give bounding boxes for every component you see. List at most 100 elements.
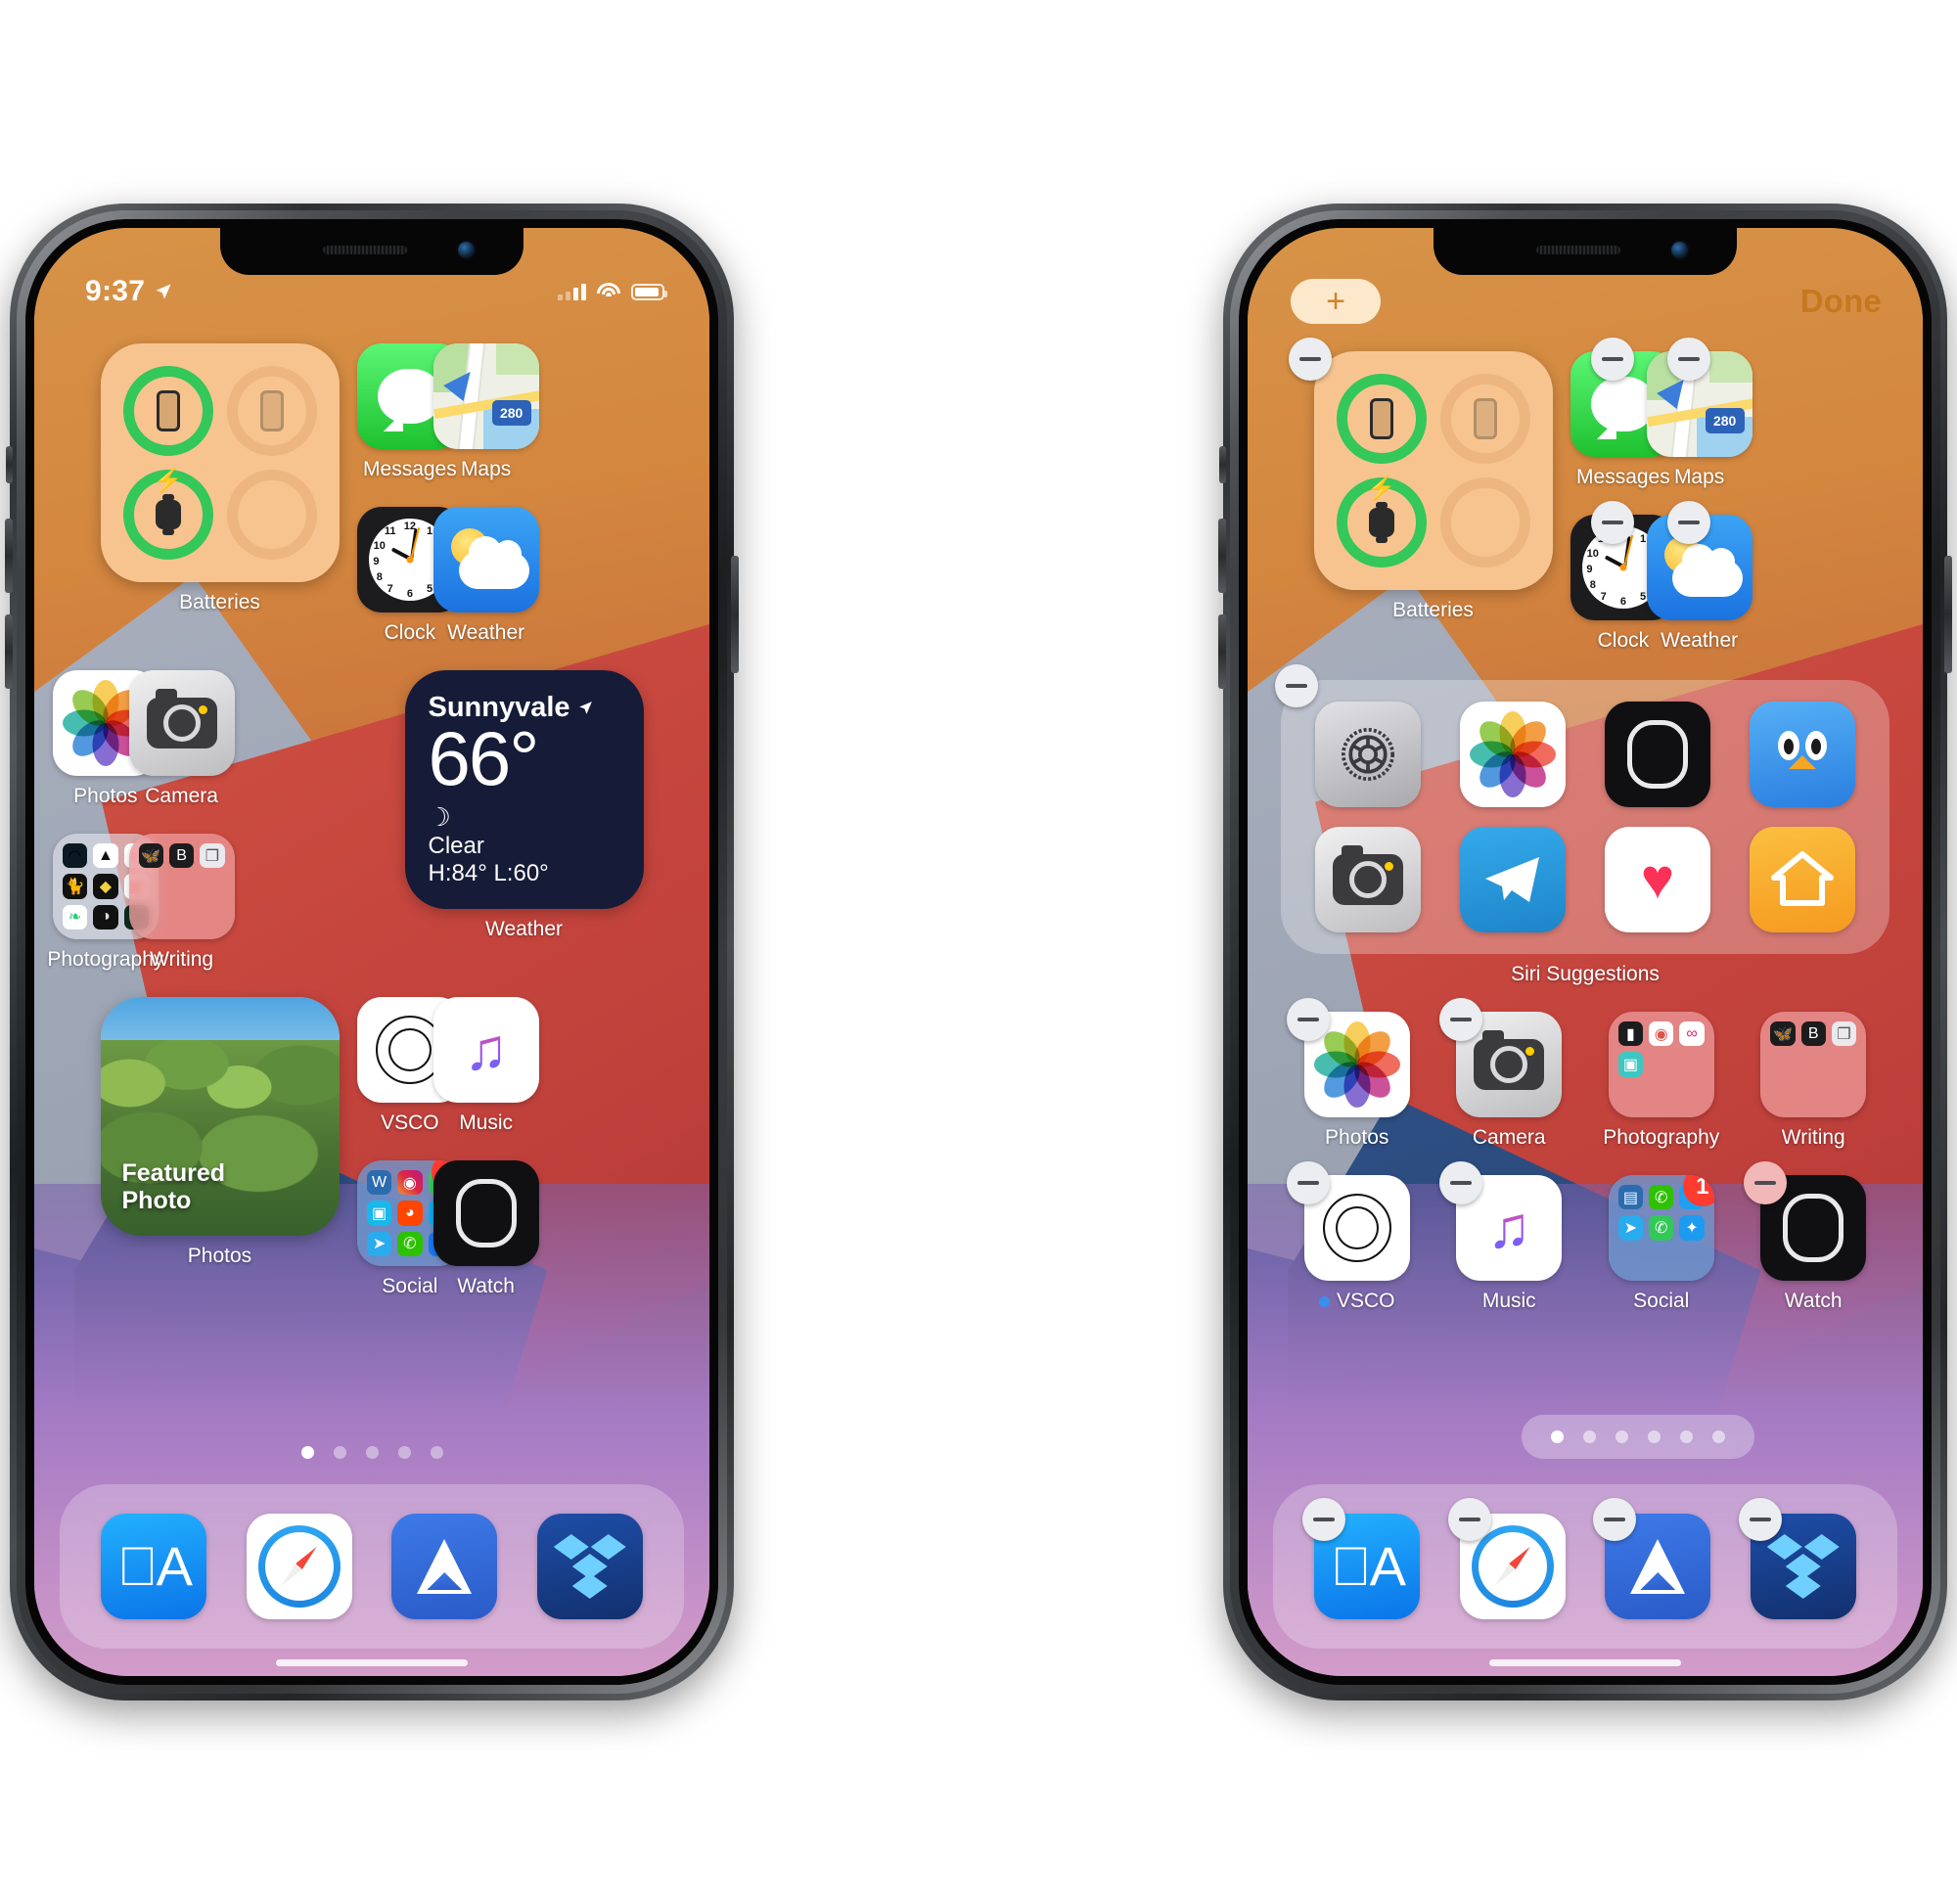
app-maps[interactable]: 280 Maps — [432, 343, 539, 481]
maps-icon[interactable]: 280 — [432, 343, 539, 449]
dock-app-app-store[interactable]: A — [101, 1514, 207, 1619]
mute-switch[interactable] — [1219, 446, 1226, 483]
weather-icon[interactable] — [432, 507, 539, 612]
volume-down-button[interactable] — [1218, 614, 1226, 689]
dock-app-dropbox[interactable] — [536, 1514, 643, 1619]
music-icon[interactable]: ♫ — [432, 997, 539, 1103]
widget-label-weather: Weather — [485, 918, 563, 940]
remove-app-messages[interactable] — [1591, 338, 1634, 381]
widget-batteries[interactable]: ⚡ Batteries — [1281, 338, 1585, 653]
add-widget-button[interactable]: + — [1291, 279, 1381, 324]
remove-app-photos[interactable] — [1287, 998, 1330, 1041]
app-camera[interactable]: Camera — [128, 670, 235, 808]
app-music[interactable]: ♫ Music — [432, 997, 539, 1135]
page-dot[interactable] — [1582, 1430, 1596, 1443]
remove-app-music[interactable] — [1438, 1161, 1482, 1204]
remove-app-watch[interactable] — [1743, 1161, 1787, 1204]
remove-app-clock[interactable] — [1591, 501, 1634, 544]
moon-stars-icon: ☽ — [428, 802, 451, 832]
remove-app-spark[interactable] — [1593, 1498, 1637, 1541]
volume-down-button[interactable] — [5, 614, 13, 689]
social-folder-icon[interactable]: ▤✆◕ ➤✆✦ 1 — [1608, 1175, 1714, 1281]
dropbox-icon[interactable] — [536, 1514, 643, 1619]
health-heart-icon[interactable]: ♥ — [1605, 827, 1710, 932]
dock-app-safari[interactable] — [246, 1514, 352, 1619]
grid-row: ⚡ Batteries Messages — [68, 343, 676, 645]
remove-app-weather[interactable] — [1666, 501, 1710, 544]
tweetbot-bird-icon[interactable] — [1750, 702, 1855, 807]
page-dot[interactable] — [1679, 1430, 1693, 1443]
folder-writing[interactable]: 🦋 B ❐ Writing — [1738, 1012, 1890, 1150]
folder-photography[interactable]: ▮ ◉ ∞ ▣ Photography — [1585, 1012, 1738, 1150]
app-music[interactable]: ♫ Music — [1434, 1161, 1586, 1313]
photos-widget-body[interactable]: Featured Photo — [100, 997, 340, 1236]
app-watch[interactable]: Watch — [432, 1160, 539, 1298]
batteries-widget-body[interactable]: ⚡ — [100, 343, 340, 582]
page-dot[interactable] — [365, 1446, 379, 1459]
app-weather[interactable]: Weather — [1646, 501, 1752, 653]
page-dot[interactable] — [1711, 1430, 1725, 1443]
home-indicator[interactable] — [1489, 1659, 1681, 1666]
telegram-icon[interactable] — [1460, 827, 1566, 932]
app-watch[interactable]: Watch — [1738, 1161, 1890, 1313]
page-dot[interactable] — [397, 1446, 411, 1459]
safari-icon[interactable] — [246, 1514, 352, 1619]
widget-batteries[interactable]: ⚡ Batteries — [68, 343, 372, 645]
paper-plane-icon[interactable] — [391, 1514, 498, 1619]
volume-up-button[interactable] — [5, 519, 13, 593]
writing-folder-icon[interactable]: 🦋 B ❐ — [1760, 1012, 1867, 1117]
dock-app-safari[interactable] — [1447, 1498, 1566, 1619]
remove-app-app-store[interactable] — [1302, 1498, 1346, 1541]
dock-app-spark[interactable] — [1593, 1498, 1711, 1619]
settings-gear-icon[interactable] — [1315, 702, 1421, 807]
siri-suggestions-body[interactable]: ♥ — [1281, 680, 1889, 954]
cellular-signal-icon — [558, 283, 586, 300]
power-button[interactable] — [1944, 556, 1952, 673]
watch-icon[interactable] — [432, 1160, 539, 1266]
done-button[interactable]: Done — [1800, 283, 1882, 320]
remove-app-dropbox[interactable] — [1738, 1498, 1782, 1541]
widget-photos[interactable]: Featured Photo Photos — [68, 997, 372, 1298]
dock-app-spark[interactable] — [391, 1514, 498, 1619]
power-button[interactable] — [731, 556, 739, 673]
camera-icon[interactable] — [1315, 827, 1421, 932]
app-photos[interactable]: Photos — [1281, 998, 1434, 1150]
home-house-icon[interactable] — [1750, 827, 1855, 932]
page-dot[interactable] — [1550, 1430, 1564, 1443]
page-dot[interactable] — [333, 1446, 346, 1459]
photography-folder-icon[interactable]: ▮ ◉ ∞ ▣ — [1608, 1012, 1714, 1117]
weather-widget-body[interactable]: Sunnyvale 66° ☽ Clear H:84° L:60° — [404, 670, 644, 909]
page-dots-normal[interactable] — [34, 1446, 709, 1459]
remove-widget-siri-suggestions[interactable] — [1275, 664, 1318, 707]
photos-icon[interactable] — [1460, 702, 1566, 807]
remove-app-safari[interactable] — [1447, 1498, 1491, 1541]
app-vsco[interactable]: VSCO — [1281, 1161, 1434, 1313]
remove-app-camera[interactable] — [1438, 998, 1482, 1041]
folder-writing[interactable]: 🦋 B ❐ Writing — [128, 834, 235, 972]
mute-switch[interactable] — [6, 446, 13, 483]
page-dot[interactable] — [300, 1446, 314, 1459]
page-dot[interactable] — [1615, 1430, 1628, 1443]
app-maps[interactable]: 280 Maps — [1646, 338, 1752, 489]
remove-app-vsco[interactable] — [1287, 1161, 1330, 1204]
app-store-icon[interactable]: A — [101, 1514, 207, 1619]
home-indicator[interactable] — [276, 1659, 468, 1666]
app-camera[interactable]: Camera — [1434, 998, 1586, 1150]
dock-app-dropbox[interactable] — [1738, 1498, 1856, 1619]
page-dot[interactable] — [430, 1446, 443, 1459]
remove-widget-batteries[interactable] — [1289, 338, 1332, 381]
widget-siri-suggestions[interactable]: ♥ Siri Suggestions — [1275, 664, 1889, 986]
camera-icon[interactable] — [128, 670, 235, 776]
folder-label-social: Social — [1633, 1290, 1690, 1312]
folder-social[interactable]: ▤✆◕ ➤✆✦ 1 Social — [1585, 1175, 1738, 1313]
page-dot[interactable] — [1647, 1430, 1661, 1443]
watch-icon[interactable] — [1605, 702, 1710, 807]
page-dots-edit[interactable] — [1521, 1415, 1754, 1459]
batteries-widget-body[interactable]: ⚡ — [1313, 351, 1553, 590]
remove-app-maps[interactable] — [1666, 338, 1710, 381]
writing-folder-icon[interactable]: 🦋 B ❐ — [128, 834, 235, 939]
volume-up-button[interactable] — [1218, 519, 1226, 593]
app-weather[interactable]: Weather — [432, 507, 539, 645]
dock-app-app-store[interactable]: A — [1302, 1498, 1421, 1619]
widget-weather[interactable]: Sunnyvale 66° ☽ Clear H:84° L:60° Weathe… — [372, 670, 676, 972]
